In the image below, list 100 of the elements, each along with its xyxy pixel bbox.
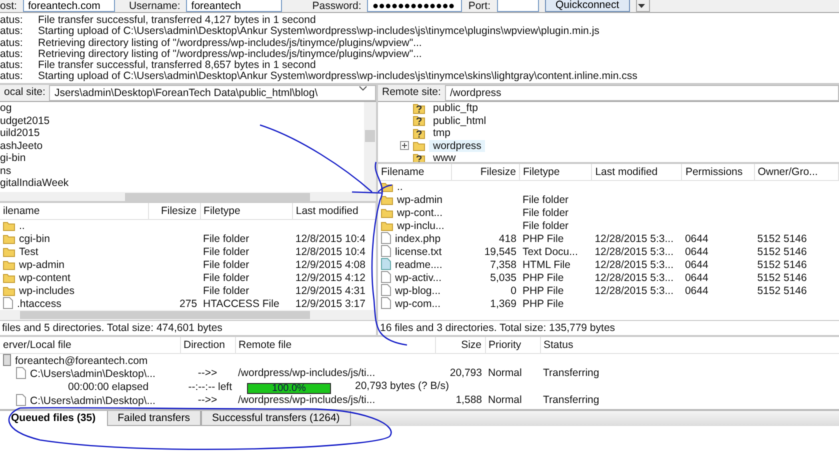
tree-item[interactable]: og (0, 102, 364, 114)
column-header[interactable]: Status (540, 337, 839, 353)
dropdown-button[interactable] (636, 0, 650, 12)
tree-item[interactable]: gitalIndiaWeek (0, 177, 364, 190)
direction-text: -->> (198, 394, 218, 406)
file-size: 1,588 (456, 394, 482, 406)
status-text: 16 files and 3 directories. Total size: 135,779 bytes (378, 320, 839, 335)
log-label: atus: (0, 60, 24, 72)
username-label: Username: (128, 0, 180, 12)
tab[interactable]: Successful transfers (1264) (200, 411, 351, 426)
tree-item[interactable]: public_ftp (429, 102, 482, 114)
file-permissions: 0644 (684, 246, 708, 258)
file-type: HTACCESS File (203, 298, 280, 310)
question-folder-icon (413, 102, 425, 114)
column-header[interactable]: Size (435, 337, 485, 353)
web-page-icon (381, 258, 391, 270)
folder-icon (3, 272, 15, 282)
file-size: 19,545 (484, 246, 516, 258)
file-icon (381, 271, 391, 283)
remote-file: /wordpress/wp-includes/js/ti... (238, 394, 376, 406)
column-header[interactable]: erver/Local file (0, 337, 180, 353)
question-folder-icon (413, 152, 425, 162)
password-field[interactable]: ●●●●●●●●●●●●● (367, 0, 462, 12)
file-type: PHP File (522, 272, 564, 284)
column-header[interactable]: Owner/Gro... (754, 164, 838, 180)
host-label: ost: (0, 0, 17, 12)
file-owner: 5152 5146 (757, 284, 807, 296)
tree-item[interactable]: udget2015 (0, 114, 364, 127)
tree-item[interactable]: public_html (429, 114, 490, 127)
column-header[interactable]: Remote file (235, 337, 435, 353)
column-header[interactable]: Last modified (292, 203, 376, 219)
file-type: File folder (522, 220, 569, 232)
elapsed-time: 00:00:00 elapsed (68, 380, 149, 392)
status-text: Transferring (543, 394, 600, 406)
tree-item[interactable]: gi-bin (0, 152, 364, 164)
port-label: Port: (468, 0, 491, 12)
file-date: 12/28/2015 5:3... (594, 258, 674, 270)
horizontal-scrollbar[interactable] (0, 310, 376, 320)
file-icon (16, 366, 26, 378)
column-header[interactable]: Filetype (519, 164, 592, 180)
file-size: 7,358 (490, 258, 516, 270)
column-header[interactable]: Filename (378, 164, 452, 180)
horizontal-scrollbar[interactable] (0, 192, 364, 201)
username-field[interactable]: foreantech (186, 0, 282, 12)
file-date: 12/28/2015 5:3... (594, 272, 674, 284)
status-text: files and 5 directories. Total size: 474,601 bytes (0, 320, 376, 335)
tree-item[interactable]: uild2015 (0, 127, 364, 140)
tab[interactable]: Queued files (35) (0, 411, 107, 426)
file-size: 20,793 (450, 367, 482, 379)
tree-item[interactable]: tmp (429, 127, 455, 140)
file-type: File folder (203, 246, 250, 258)
column-header[interactable]: Permissions (682, 164, 754, 180)
file-date: 12/28/2015 5:3... (594, 284, 674, 296)
path-field[interactable]: /wordpress (444, 85, 839, 101)
password-label: Password: (312, 0, 362, 12)
folder-icon (3, 260, 15, 270)
server-icon (3, 354, 11, 366)
file-name: readme.... (395, 259, 442, 271)
file-icon (381, 284, 391, 296)
file-name: .htaccess (17, 298, 62, 310)
column-header[interactable]: Filesize (148, 203, 200, 219)
file-name: wp-cont... (397, 206, 443, 218)
column-header[interactable]: ilename (0, 203, 149, 219)
tree-item[interactable]: ns (0, 164, 364, 177)
column-header[interactable]: Filetype (200, 203, 292, 219)
folder-icon (3, 234, 15, 244)
log-label: atus: (0, 71, 24, 83)
file-name: wp-content (19, 272, 70, 284)
file-name: wp-includes (19, 284, 74, 296)
tree-item[interactable]: ashJeeto (0, 140, 364, 152)
file-type: File folder (522, 194, 569, 206)
file-size: 275 (180, 298, 198, 310)
path-field[interactable]: Jsers\admin\Desktop\ForeanTech Data\public_html\blog\ (49, 85, 376, 101)
column-header[interactable]: Last modified (592, 164, 682, 180)
file-type: File folder (203, 258, 250, 270)
host-field[interactable]: foreantech.com (22, 0, 115, 12)
file-name: index.php (395, 233, 441, 245)
column-header[interactable]: Direction (180, 337, 235, 353)
time-left: --:--:-- left (188, 380, 232, 392)
file-owner: 5152 5146 (757, 232, 807, 244)
file-name: wp-admin (397, 194, 443, 206)
tab[interactable]: Failed transfers (106, 411, 201, 426)
quickconnect-button[interactable]: Quickconnect (544, 0, 630, 12)
column-header[interactable]: Filesize (451, 164, 520, 180)
direction-text: -->> (198, 367, 218, 379)
file-type: PHP File (522, 232, 564, 244)
port-field[interactable] (496, 0, 539, 12)
log-message: File transfer successful, transferred 4,127 bytes in 1 second (38, 14, 316, 26)
site-label: ocal site: (3, 85, 46, 100)
file-date: 12/8/2015 10:4 (295, 246, 366, 258)
priority-text: Normal (488, 367, 522, 379)
file-type: File folder (203, 272, 250, 284)
vertical-scrollbar[interactable] (364, 102, 376, 201)
tree-item[interactable]: www (429, 152, 460, 162)
column-header[interactable]: Priority (485, 337, 540, 353)
file-date: 12/9/2015 3:17 (295, 298, 366, 310)
file-icon (381, 297, 391, 309)
tree-item[interactable]: wordpress (429, 140, 486, 152)
file-permissions: 0644 (684, 258, 708, 270)
file-icon (3, 297, 13, 309)
